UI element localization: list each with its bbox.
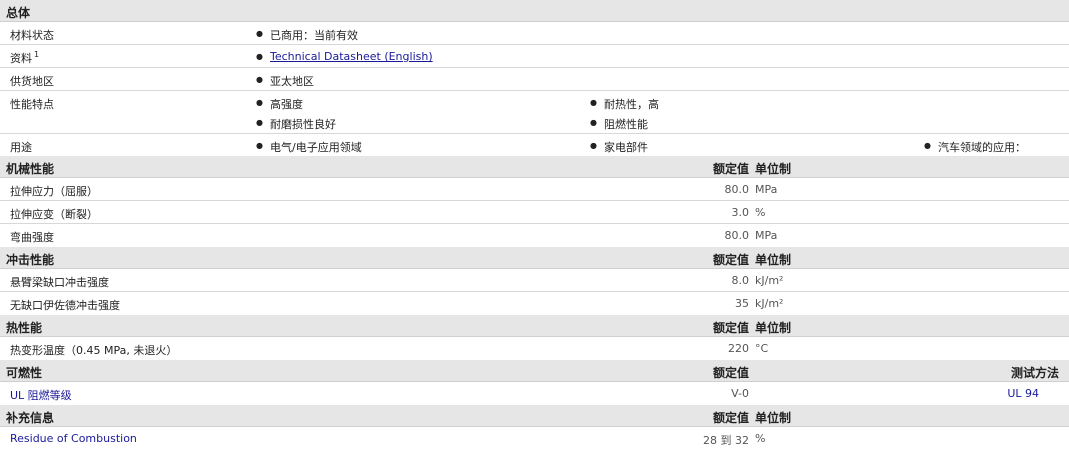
row-label: 供货地区 bbox=[10, 75, 54, 88]
list-item: 已商用：当前有效 bbox=[256, 27, 358, 43]
section-title: 冲击性能 bbox=[6, 253, 55, 267]
table-row: 拉伸应变（断裂） 3.0 % bbox=[0, 201, 1069, 224]
column-header-test-method: 测试方法 bbox=[1010, 366, 1059, 380]
column-header-value: 额定值 bbox=[712, 321, 749, 335]
list-item: 高强度 bbox=[256, 96, 303, 112]
section-title: 机械性能 bbox=[6, 162, 55, 176]
table-row: Residue of Combustion 28 到 32 % bbox=[0, 427, 1069, 449]
property-label: UL 阻燃等级 bbox=[10, 389, 72, 402]
row-material-status: 材料状态 已商用：当前有效 bbox=[0, 22, 1069, 45]
row-features: 性能特点 高强度 耐热性，高 耐磨损性良好 阻燃性能 bbox=[0, 91, 1069, 134]
property-unit: kJ/m² bbox=[755, 297, 784, 310]
table-row: UL 阻燃等级 V-0 UL 94 bbox=[0, 382, 1069, 405]
property-unit: °C bbox=[755, 342, 769, 355]
section-header-thermal: 热性能 额定值 单位制 bbox=[0, 315, 1069, 337]
row-label: 材料状态 bbox=[10, 29, 54, 42]
property-value: 3.0 bbox=[731, 206, 750, 219]
property-value: 28 到 32 bbox=[703, 434, 749, 447]
row-label: 性能特点 bbox=[10, 98, 54, 111]
column-header-unit: 单位制 bbox=[755, 253, 792, 267]
property-value: V-0 bbox=[731, 387, 749, 400]
property-value: 80.0 bbox=[724, 229, 750, 242]
list-item: 亚太地区 bbox=[256, 73, 314, 89]
list-item: Technical Datasheet (English) bbox=[256, 50, 433, 63]
property-label: 无缺口伊佐德冲击强度 bbox=[10, 299, 120, 312]
list-item: 耐热性，高 bbox=[590, 96, 659, 112]
row-supply-region: 供货地区 亚太地区 bbox=[0, 68, 1069, 91]
list-item: 电气/电子应用领域 bbox=[256, 139, 362, 155]
list-item: 阻燃性能 bbox=[590, 116, 648, 132]
section-title: 总体 bbox=[6, 6, 31, 20]
property-label: 悬臂梁缺口冲击强度 bbox=[10, 276, 109, 289]
column-header-unit: 单位制 bbox=[755, 411, 792, 425]
property-value: 220 bbox=[728, 342, 749, 355]
column-header-value: 额定值 bbox=[712, 366, 749, 380]
section-header-supplemental: 补充信息 额定值 单位制 bbox=[0, 405, 1069, 427]
property-label: 热变形温度（0.45 MPa, 未退火） bbox=[10, 344, 178, 357]
property-unit: kJ/m² bbox=[755, 274, 784, 287]
property-unit: MPa bbox=[755, 229, 778, 242]
section-header-flammability: 可燃性 额定值 测试方法 bbox=[0, 360, 1069, 382]
table-row: 弯曲强度 80.0 MPa bbox=[0, 224, 1069, 247]
section-header-mechanical: 机械性能 额定值 单位制 bbox=[0, 156, 1069, 178]
property-value: 8.0 bbox=[731, 274, 750, 287]
datasheet: 总体 材料状态 已商用：当前有效 资料1 Technical Datasheet… bbox=[0, 0, 1069, 449]
property-value: 80.0 bbox=[724, 183, 750, 196]
section-header-general: 总体 bbox=[0, 0, 1069, 22]
property-value: 35 bbox=[735, 297, 749, 310]
column-header-value: 额定值 bbox=[712, 411, 749, 425]
column-header-unit: 单位制 bbox=[755, 162, 792, 176]
row-label: 用途 bbox=[10, 141, 32, 154]
property-label: 弯曲强度 bbox=[10, 231, 54, 244]
section-header-impact: 冲击性能 额定值 单位制 bbox=[0, 247, 1069, 269]
section-title: 补充信息 bbox=[6, 411, 55, 425]
footnote-marker: 1 bbox=[34, 50, 40, 60]
list-item: 耐磨损性良好 bbox=[256, 116, 336, 132]
datasheet-link[interactable]: Technical Datasheet (English) bbox=[270, 50, 433, 63]
column-header-value: 额定值 bbox=[712, 162, 749, 176]
row-uses: 用途 电气/电子应用领域 家电部件 汽车领域的应用： bbox=[0, 134, 1069, 156]
column-header-unit: 单位制 bbox=[755, 321, 792, 335]
table-row: 无缺口伊佐德冲击强度 35 kJ/m² bbox=[0, 292, 1069, 315]
table-row: 悬臂梁缺口冲击强度 8.0 kJ/m² bbox=[0, 269, 1069, 292]
property-label: 拉伸应力（屈服） bbox=[10, 185, 98, 198]
table-row: 热变形温度（0.45 MPa, 未退火） 220 °C bbox=[0, 337, 1069, 360]
column-header-value: 额定值 bbox=[712, 253, 749, 267]
section-title: 可燃性 bbox=[6, 366, 43, 380]
row-label: 资料 1 bbox=[10, 50, 40, 65]
property-label: 拉伸应变（断裂） bbox=[10, 208, 98, 221]
list-item: 汽车领域的应用： bbox=[924, 139, 1026, 155]
section-title: 热性能 bbox=[6, 321, 43, 335]
row-documents: 资料1 Technical Datasheet (English) bbox=[0, 45, 1069, 68]
list-item: 家电部件 bbox=[590, 139, 648, 155]
test-method: UL 94 bbox=[1007, 387, 1039, 400]
table-row: 拉伸应力（屈服） 80.0 MPa bbox=[0, 178, 1069, 201]
property-unit: % bbox=[755, 206, 766, 219]
property-unit: MPa bbox=[755, 183, 778, 196]
